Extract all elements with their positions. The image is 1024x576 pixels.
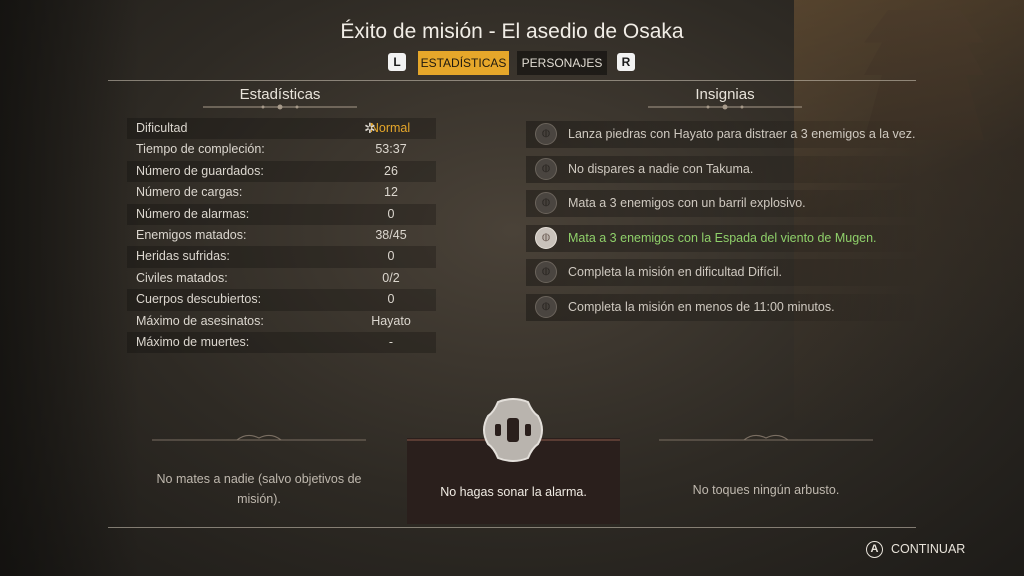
stat-value: - [388,334,394,349]
badge-earned-icon: ◍ [535,226,557,249]
r-key-icon[interactable]: R [617,53,635,71]
stat-label: Máximo de asesinatos: [136,313,264,328]
badge-text: Mata a 3 enemigos con un barril explosiv… [568,196,806,211]
badges-title: Insignias [695,86,755,103]
stat-row-difficulty: Dificultad ✲ Normal [127,118,436,140]
header-divider [108,80,916,81]
badge-item[interactable]: ◍ Lanza piedras con Hayato para distraer… [526,117,936,152]
stat-label: Heridas sufridas: [136,249,230,264]
stat-value: Normal [369,121,411,135]
stat-value: 0 [387,249,395,264]
challenge-center: No hagas sonar la alarma. [440,485,587,499]
stats-flourish [203,104,357,110]
challenge-right-flourish [659,434,873,441]
badge-icon: ◍ [535,157,557,180]
stat-value: 38/45 [375,227,407,242]
stat-row: Número de guardados: 26 [127,160,436,183]
stat-row: Tiempo de compleción: 53:37 [127,139,436,160]
tsuba-badge-icon [483,398,543,462]
l-key-icon[interactable]: L [388,53,406,71]
stat-label: Civiles matados: [136,270,228,285]
badge-item[interactable]: ◍ Completa la misión en menos de 11:00 m… [526,290,936,325]
a-button-icon: A [866,541,883,558]
badge-item-earned[interactable]: ◍ Mata a 3 enemigos con la Espada del vi… [526,221,936,256]
stat-row: Cuerpos descubiertos: 0 [127,289,436,311]
stat-value: Hayato [371,313,411,328]
stat-label: Número de alarmas: [136,206,250,221]
stat-value: 26 [384,163,398,178]
badge-item[interactable]: ◍ Mata a 3 enemigos con un barril explos… [526,186,936,221]
badge-icon: ◍ [535,295,557,318]
stat-row: Heridas sufridas: 0 [127,246,436,268]
stat-row: Máximo de muertes: - [127,331,436,354]
stat-row: Número de cargas: 12 [127,182,436,203]
stat-label: Enemigos matados: [136,227,247,242]
continue-button[interactable]: A CONTINUAR [866,541,965,558]
badge-item[interactable]: ◍ No dispares a nadie con Takuma. [526,152,936,187]
tab-statistics[interactable]: ESTADÍSTICAS [418,51,509,75]
tab-bar: L ESTADÍSTICAS PERSONAJES R [0,51,1024,75]
stat-value: 0/2 [382,270,400,285]
badge-item[interactable]: ◍ Completa la misión en dificultad Difíc… [526,255,936,290]
stats-table: Dificultad ✲ Normal Tiempo de compleción:… [127,118,436,354]
stat-row: Máximo de asesinatos: Hayato [127,311,436,332]
background-shadow [0,0,140,576]
stat-row: Civiles matados: 0/2 [127,268,436,289]
stat-label: Máximo de muertes: [136,334,250,349]
challenge-right: No toques ningún arbusto. [692,483,840,497]
badge-text: No dispares a nadie con Takuma. [568,161,754,176]
stat-value: 53:37 [375,142,407,157]
badges-list: ◍ Lanza piedras con Hayato para distraer… [526,117,936,325]
badge-text: Mata a 3 enemigos con la Espada del vien… [568,230,877,245]
challenge-left: No mates a nadie (salvo objetivos de mis… [156,472,362,506]
stat-label: Número de guardados: [136,163,264,178]
mission-title: Éxito de misión - El asedio de Osaka [340,20,684,43]
tab-characters[interactable]: PERSONAJES [517,51,607,75]
difficulty-icon: ✲ [363,120,376,136]
stat-label: Número de cargas: [136,185,243,200]
stat-row: Enemigos matados: 38/45 [127,225,436,246]
stat-value: 0 [387,292,395,307]
badge-text: Completa la misión en dificultad Difícil… [568,265,782,280]
stat-label: Tiempo de compleción: [136,142,265,157]
stat-value: 0 [387,206,395,221]
stat-row: Número de alarmas: 0 [127,203,436,225]
badge-text: Completa la misión en menos de 11:00 min… [568,299,835,314]
footer-divider [108,527,916,528]
stats-title: Estadísticas [239,86,321,103]
badges-flourish [648,104,802,110]
badge-icon: ◍ [535,123,557,145]
continue-label: CONTINUAR [891,541,966,556]
challenge-left-flourish [152,434,366,441]
stat-label: Dificultad [136,121,188,135]
stat-label: Cuerpos descubiertos: [136,292,262,307]
badge-text: Lanza piedras con Hayato para distraer a… [568,127,916,141]
stat-value: 12 [384,185,398,200]
